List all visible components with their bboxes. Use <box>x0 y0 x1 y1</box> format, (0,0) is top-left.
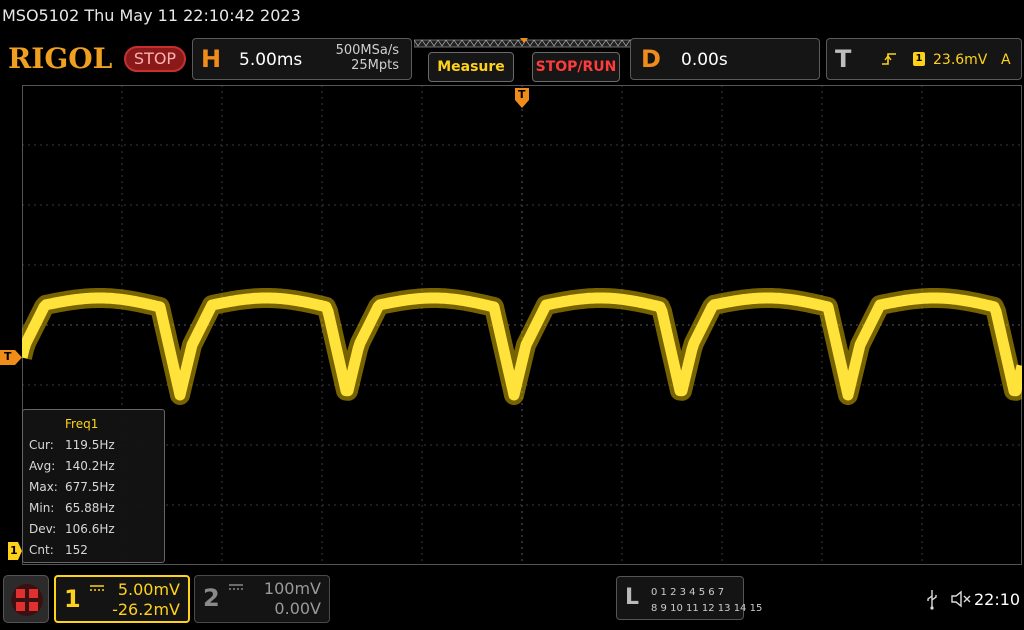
waveform-display[interactable] <box>22 85 1022 565</box>
logic-letter: L <box>625 585 640 610</box>
ch2-settings[interactable]: 2 100mV 0.00V <box>194 575 330 623</box>
waveform-memory-timeline <box>414 38 634 48</box>
logic-channels-row2: 8 9 10 11 12 13 14 15 <box>651 603 763 614</box>
ch1-number: 1 <box>64 585 81 613</box>
delay-value: 0.00s <box>681 50 728 70</box>
trigger-position-marker[interactable]: T <box>515 88 529 108</box>
trigger-mode: A <box>1001 52 1011 68</box>
measurement-row: Dev: 106.6Hz <box>29 522 159 538</box>
usb-icon <box>927 590 937 610</box>
rigol-logo: RIGOL <box>8 42 113 75</box>
stop-run-button-label: STOP/RUN <box>535 59 617 75</box>
ch2-number: 2 <box>203 584 220 612</box>
logic-channels-settings[interactable]: L 0 1 2 3 4 5 6 7 8 9 10 11 12 13 14 15 <box>616 576 762 620</box>
measurement-value: 152 <box>65 543 88 557</box>
measurement-row: Cnt: 152 <box>29 543 159 559</box>
bottom-status-bar: 1 5.00mV -26.2mV 2 100mV 0.00V L 0 1 2 3… <box>0 570 1024 630</box>
ch1-settings[interactable]: 1 5.00mV -26.2mV <box>54 575 190 623</box>
measurement-label: Min: <box>29 501 55 515</box>
measurement-label: Cur: <box>29 438 54 452</box>
measurement-label: Dev: <box>29 522 57 536</box>
horizontal-letter: H <box>201 45 222 73</box>
system-clock: 22:10 <box>974 590 1021 609</box>
trigger-source-badge: 1 <box>913 52 925 66</box>
horizontal-scale: 5.00ms <box>239 50 303 70</box>
ch1-ground-label: 1 <box>10 544 18 557</box>
window-title: MSO5102 Thu May 11 22:10:42 2023 <box>2 6 301 25</box>
measurement-name: Freq1 <box>65 417 99 431</box>
measurement-row: Max: 677.5Hz <box>29 480 159 496</box>
top-status-bar: RIGOL STOP H 5.00ms 500MSa/s 25Mpts Meas… <box>0 34 1024 84</box>
delay-settings[interactable]: D 0.00s <box>630 38 820 80</box>
main-menu-button[interactable] <box>3 575 49 623</box>
ch1-offset: -26.2mV <box>112 600 180 619</box>
ch1-scale: 5.00mV <box>117 580 180 599</box>
trigger-level-label: T <box>4 350 12 363</box>
trigger-position-label: T <box>518 88 526 101</box>
speaker-muted-icon[interactable] <box>950 589 972 609</box>
sample-rate: 500MSa/s <box>335 43 399 58</box>
measurement-value: 677.5Hz <box>65 480 115 494</box>
measure-button-label: Measure <box>437 59 505 75</box>
trigger-source: 1 <box>915 53 923 64</box>
measurement-row: Cur: 119.5Hz <box>29 438 159 454</box>
trigger-level-marker[interactable]: T <box>0 350 22 365</box>
logic-channels-row1: 0 1 2 3 4 5 6 7 <box>651 587 725 598</box>
ch2-offset: 0.00V <box>274 599 321 618</box>
dc-coupling-icon <box>229 584 243 590</box>
measurement-value: 65.88Hz <box>65 501 115 515</box>
measurement-value: 119.5Hz <box>65 438 115 452</box>
measurement-panel[interactable]: Freq1 Cur: 119.5Hz Avg: 140.2Hz Max: 677… <box>22 409 165 563</box>
measurement-value: 106.6Hz <box>65 522 115 536</box>
title-bar: MSO5102 Thu May 11 22:10:42 2023 <box>0 0 1024 32</box>
horizontal-settings[interactable]: H 5.00ms 500MSa/s 25Mpts <box>192 38 412 80</box>
ch2-scale: 100mV <box>263 579 321 598</box>
measure-button[interactable]: Measure <box>428 52 514 82</box>
measurement-label: Max: <box>29 480 58 494</box>
rising-edge-icon <box>882 53 896 65</box>
trigger-settings[interactable]: T 1 23.6mV A <box>826 38 1022 80</box>
measurement-value: 140.2Hz <box>65 459 115 473</box>
ch1-trace <box>22 292 1022 401</box>
ch1-ground-marker[interactable]: 1 <box>8 542 22 560</box>
stop-run-button[interactable]: STOP/RUN <box>532 52 620 82</box>
measurement-label: Cnt: <box>29 543 54 557</box>
measurement-row: Min: 65.88Hz <box>29 501 159 517</box>
memory-depth: 25Mpts <box>351 58 399 73</box>
run-state-badge[interactable]: STOP <box>124 46 186 72</box>
measurement-label: Avg: <box>29 459 56 473</box>
delay-letter: D <box>641 45 661 73</box>
trigger-level: 23.6mV <box>933 52 988 68</box>
measurement-row: Avg: 140.2Hz <box>29 459 159 475</box>
menu-grid-icon <box>11 584 43 616</box>
dc-coupling-icon <box>90 585 104 591</box>
trigger-letter: T <box>835 45 852 73</box>
run-state-label: STOP <box>133 49 177 68</box>
